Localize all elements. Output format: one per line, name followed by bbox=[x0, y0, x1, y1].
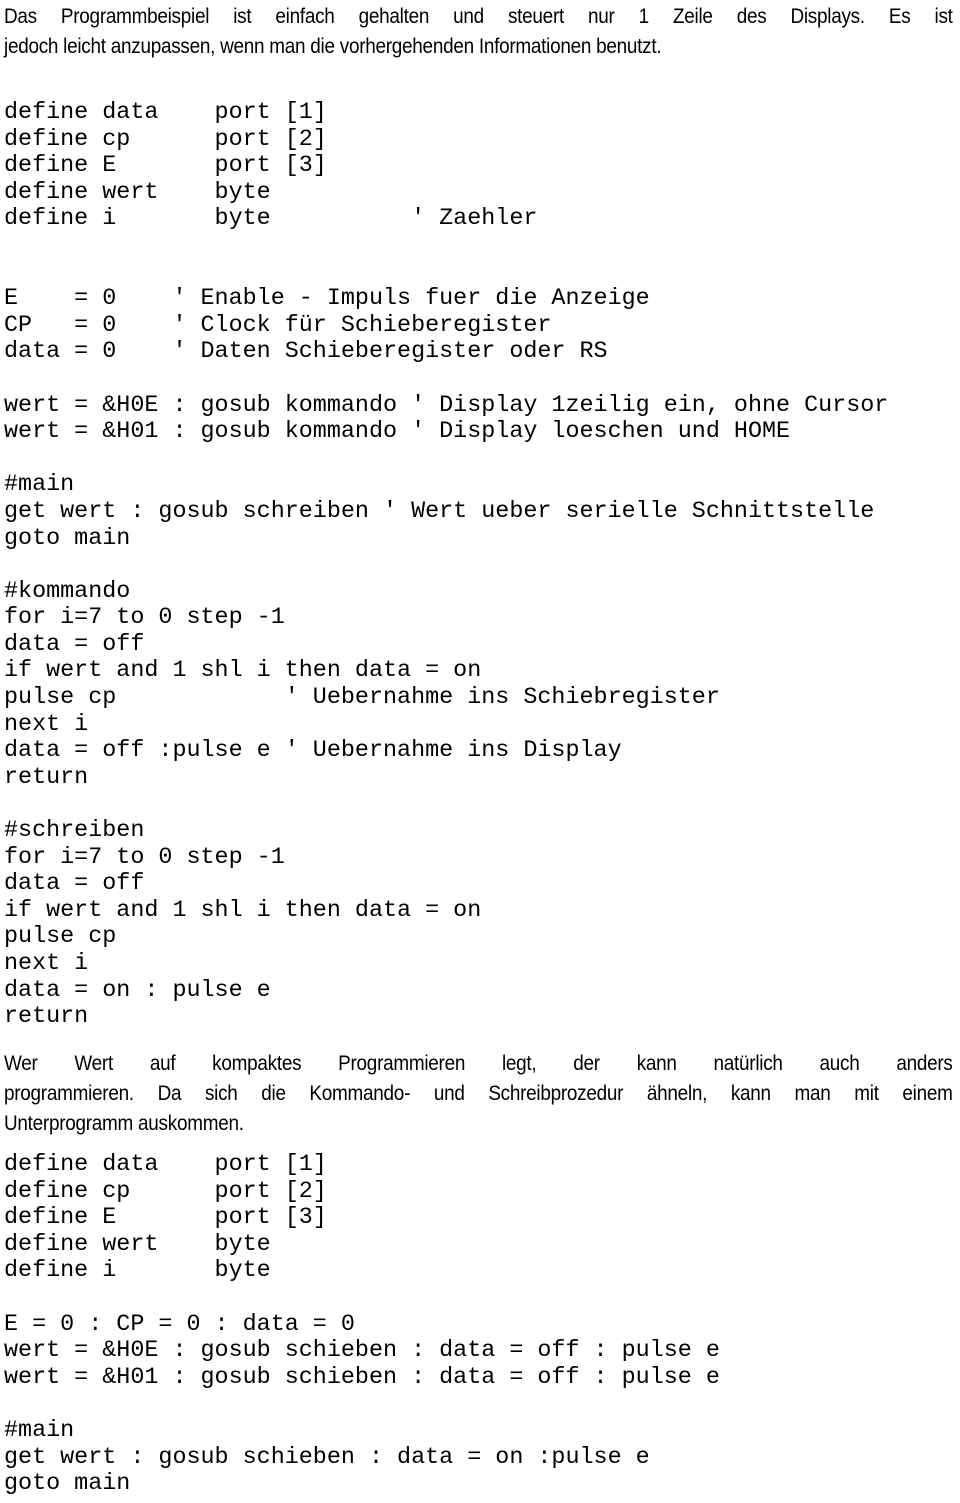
intro-paragraph-line-1: Das Programmbeispiel ist einfach gehalte… bbox=[4, 4, 953, 28]
code-line: define i byte bbox=[4, 1258, 271, 1285]
code-line: wert = &H01 : gosub schieben : data = of… bbox=[4, 1364, 720, 1391]
code-line: if wert and 1 shl i then data = on bbox=[4, 658, 482, 685]
code-line: pulse cp bbox=[4, 924, 117, 951]
code-line: define E port [3] bbox=[4, 1205, 327, 1232]
code-line: #main bbox=[4, 472, 75, 499]
mid-paragraph-line-2: programmieren. Da sich die Kommando- und… bbox=[4, 1081, 953, 1105]
code-line: return bbox=[4, 764, 89, 791]
code-line: for i=7 to 0 step -1 bbox=[4, 605, 285, 632]
code-line: #schreiben bbox=[4, 818, 145, 845]
code-line: wert = &H0E : gosub kommando ' Display 1… bbox=[4, 392, 889, 419]
code-line: next i bbox=[4, 951, 89, 977]
code-line: goto main bbox=[4, 1471, 131, 1498]
code-line: E = 0 ' Enable - Impuls fuer die Anzeige bbox=[4, 286, 650, 313]
code-line: pulse cp ' Uebernahme ins Schiebregister bbox=[4, 685, 720, 712]
code-line: define E port [3] bbox=[4, 153, 327, 180]
code-line: get wert : gosub schieben : data = on :p… bbox=[4, 1444, 650, 1471]
code-line: goto main bbox=[4, 525, 131, 552]
mid-paragraph-line-1: Wer Wert auf kompaktes Programmieren leg… bbox=[4, 1051, 953, 1075]
code-line: for i=7 to 0 step -1 bbox=[4, 844, 285, 871]
document-page: Das Programmbeispiel ist einfach gehalte… bbox=[0, 0, 960, 1503]
code-line: define cp port [2] bbox=[4, 1178, 327, 1205]
code-line: next i bbox=[4, 711, 89, 738]
code-line: data = on : pulse e bbox=[4, 977, 271, 1004]
code-line: wert = &H01 : gosub kommando ' Display l… bbox=[4, 419, 791, 446]
code-line: define data port [1] bbox=[4, 1152, 327, 1178]
code-line: #main bbox=[4, 1417, 75, 1444]
code-block-listing-2: define data port [1] define cp port [2] de… bbox=[4, 1152, 720, 1498]
code-line: data = 0 ' Daten Schieberegister oder RS bbox=[4, 339, 608, 366]
code-line: #kommando bbox=[4, 578, 131, 605]
code-line: data = off bbox=[4, 631, 145, 658]
mid-paragraph: Wer Wert auf kompaktes Programmieren leg… bbox=[4, 1048, 953, 1138]
mid-paragraph-line-3: Unterprogramm auskommen. bbox=[4, 1111, 244, 1135]
code-line: define cp port [2] bbox=[4, 126, 327, 153]
code-line: define wert byte bbox=[4, 1231, 271, 1258]
code-line: CP = 0 ' Clock für Schieberegister bbox=[4, 312, 552, 339]
code-line: return bbox=[4, 1004, 89, 1031]
code-line: define data port [1] bbox=[4, 100, 327, 126]
intro-paragraph-line-2: jedoch leicht anzupassen, wenn man die v… bbox=[4, 34, 662, 58]
code-line: E = 0 : CP = 0 : data = 0 bbox=[4, 1311, 355, 1338]
code-line: define wert byte bbox=[4, 179, 271, 206]
code-line: get wert : gosub schreiben ' Wert ueber … bbox=[4, 498, 875, 525]
intro-paragraph: Das Programmbeispiel ist einfach gehalte… bbox=[4, 1, 953, 61]
code-line: data = off :pulse e ' Uebernahme ins Dis… bbox=[4, 738, 622, 765]
code-block-listing-1: define data port [1] define cp port [2] de… bbox=[4, 100, 888, 1031]
code-line: define i byte ' Zaehler bbox=[4, 206, 538, 233]
code-line: data = off bbox=[4, 871, 145, 898]
code-line: wert = &H0E : gosub schieben : data = of… bbox=[4, 1338, 720, 1365]
code-line: if wert and 1 shl i then data = on bbox=[4, 897, 482, 924]
